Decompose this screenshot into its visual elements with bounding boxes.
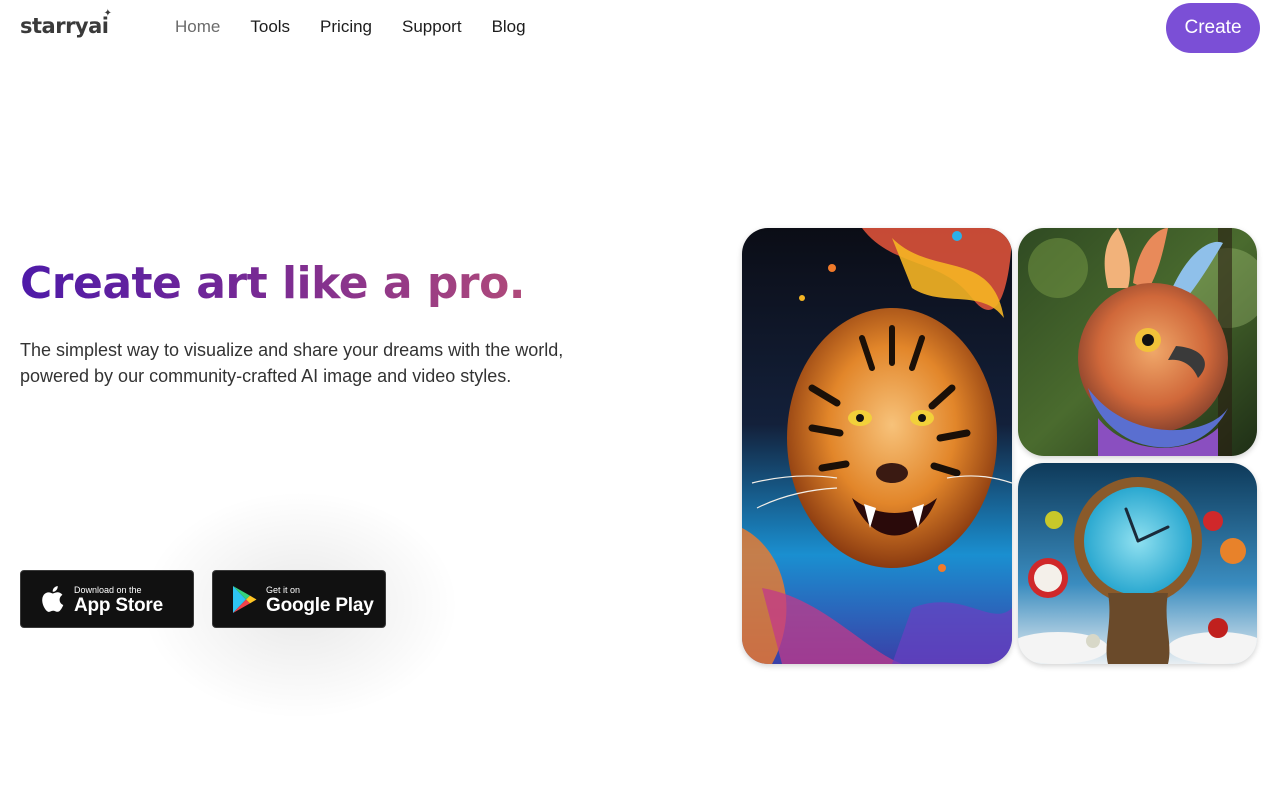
google-play-label: Google Play [266, 595, 374, 616]
app-store-label: App Store [74, 595, 163, 616]
brand-name: starryai [20, 14, 109, 38]
nav-item-pricing[interactable]: Pricing [320, 17, 372, 37]
brand-logo[interactable]: starryai ✦ [20, 8, 112, 38]
sparkle-icon: ✦ [103, 8, 112, 19]
app-store-small-label: Download on the [74, 585, 142, 595]
google-play-button[interactable]: Get it on Google Play [212, 570, 386, 628]
gallery-image-tiger[interactable] [742, 228, 1012, 664]
bird-image [1018, 228, 1257, 456]
create-button[interactable]: Create [1166, 3, 1260, 53]
apple-icon [42, 586, 64, 612]
app-store-button[interactable]: Download on the App Store [20, 570, 194, 628]
nav-item-home[interactable]: Home [175, 17, 220, 37]
gallery-image-clock[interactable] [1018, 463, 1257, 664]
hero-subtitle: The simplest way to visualize and share … [20, 340, 564, 386]
gallery-image-bird[interactable] [1018, 228, 1257, 456]
nav-item-support[interactable]: Support [402, 17, 462, 37]
hero-title: Create art like a pro. [20, 258, 526, 309]
tiger-image [742, 228, 1012, 664]
site-header: starryai ✦ Home Tools Pricing Support Bl… [0, 0, 1280, 56]
clock-image [1018, 463, 1257, 664]
google-play-small-label: Get it on [266, 585, 301, 595]
main-nav: Home Tools Pricing Support Blog [175, 17, 526, 37]
nav-item-tools[interactable]: Tools [250, 17, 290, 37]
google-play-icon [233, 586, 257, 613]
nav-item-blog[interactable]: Blog [492, 17, 526, 37]
